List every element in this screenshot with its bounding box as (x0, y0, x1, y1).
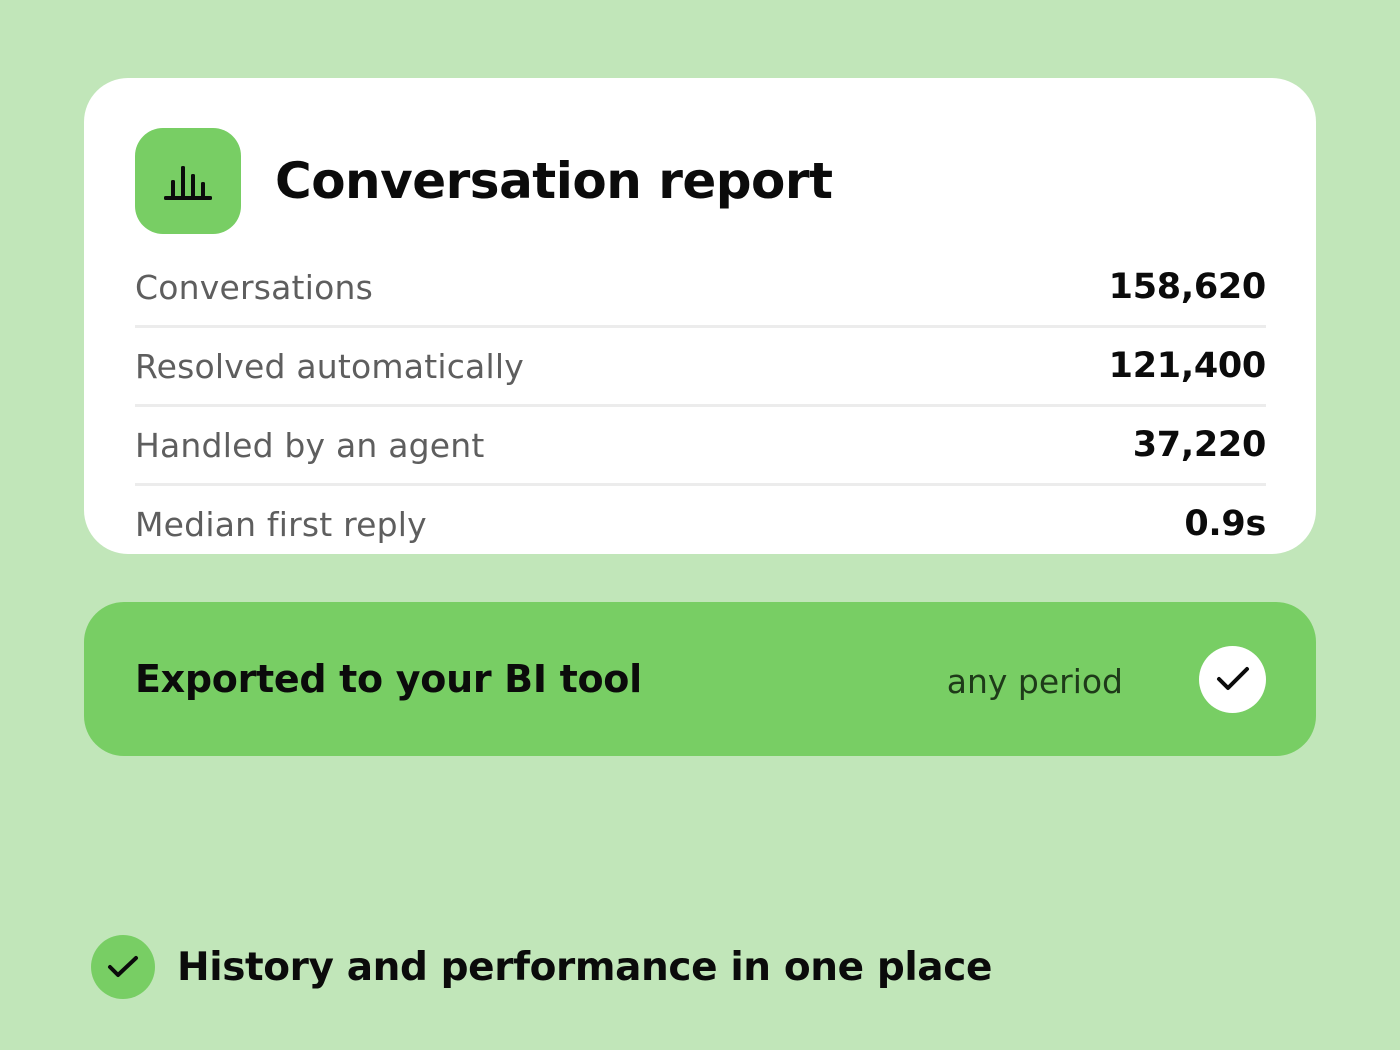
conversation-report-card: Conversation report Conversations 158,62… (84, 78, 1316, 554)
stat-label: Conversations (135, 267, 373, 307)
report-title: Conversation report (275, 152, 833, 210)
stat-row-resolved-automatically: Resolved automatically 121,400 (135, 328, 1266, 407)
bar-chart-icon (135, 128, 241, 234)
stat-value: 121,400 (1108, 346, 1267, 386)
stat-label: Median first reply (135, 504, 427, 544)
stats-list: Conversations 158,620 Resolved automatic… (135, 249, 1266, 554)
stat-value: 158,620 (1108, 267, 1267, 307)
stat-row-handled-by-agent: Handled by an agent 37,220 (135, 407, 1266, 486)
feature-line: History and performance in one place (91, 935, 992, 999)
export-banner: Exported to your BI tool any period (84, 602, 1316, 756)
stat-row-conversations: Conversations 158,620 (135, 249, 1266, 328)
stat-label: Resolved automatically (135, 346, 524, 386)
report-header: Conversation report (135, 128, 1266, 234)
check-icon (1199, 645, 1266, 713)
stat-row-median-first-reply: Median first reply 0.9s (135, 486, 1266, 554)
stat-value: 0.9s (1184, 504, 1266, 544)
feature-text: History and performance in one place (177, 944, 992, 990)
export-label: Exported to your BI tool (135, 657, 642, 701)
stat-label: Handled by an agent (135, 425, 485, 465)
check-icon (91, 935, 155, 999)
stat-value: 37,220 (1132, 425, 1267, 465)
export-period: any period (946, 661, 1123, 701)
